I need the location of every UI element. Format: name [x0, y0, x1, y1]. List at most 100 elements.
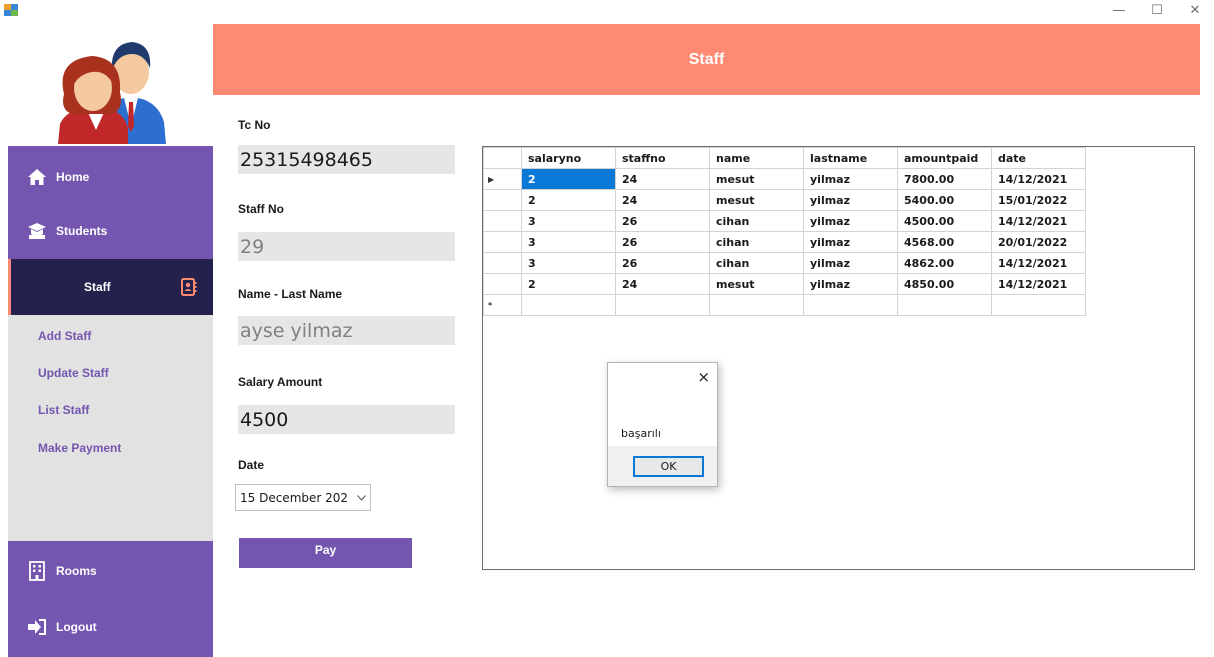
table-cell[interactable]	[521, 294, 616, 316]
table-cell[interactable]: 7800.00	[897, 168, 992, 190]
table-row[interactable]: ▶ 2 24 mesut yilmaz 7800.00 14/12/2021	[483, 168, 1086, 190]
chevron-down-icon[interactable]	[357, 494, 366, 501]
table-row[interactable]: 2 24 mesut yilmaz 5400.00 15/01/2022	[483, 189, 1086, 211]
table-cell[interactable]: yilmaz	[803, 252, 898, 274]
row-header	[483, 231, 522, 253]
close-window-button[interactable]: ✕	[1176, 0, 1214, 20]
table-cell[interactable]: 3	[521, 252, 616, 274]
message-box: × başarılı OK	[607, 362, 718, 487]
submenu-add-staff[interactable]: Add Staff	[38, 329, 91, 343]
table-cell[interactable]: 20/01/2022	[991, 231, 1086, 253]
table-cell[interactable]: 24	[615, 189, 710, 211]
table-cell[interactable]: mesut	[709, 273, 804, 295]
nav-rooms[interactable]: Rooms	[8, 545, 213, 597]
table-cell[interactable]: yilmaz	[803, 210, 898, 232]
table-cell[interactable]: cihan	[709, 210, 804, 232]
tc-no-label: Tc No	[238, 118, 271, 132]
table-row[interactable]: 2 24 mesut yilmaz 4850.00 14/12/2021	[483, 273, 1086, 295]
app-icon	[4, 4, 18, 16]
column-header-amountpaid[interactable]: amountpaid	[897, 147, 992, 169]
graduation-cap-icon	[26, 220, 48, 242]
nav-rooms-label: Rooms	[56, 564, 97, 578]
ok-button[interactable]: OK	[633, 456, 704, 477]
table-cell[interactable]: 24	[615, 168, 710, 190]
nav-home[interactable]: Home	[8, 151, 213, 203]
table-cell[interactable]: mesut	[709, 189, 804, 211]
app-window: — ☐ ✕ Home Students Staff Add Staff Upda…	[0, 0, 1214, 657]
table-cell[interactable]	[615, 294, 710, 316]
staff-avatar-icon	[58, 42, 166, 144]
pay-button[interactable]: Pay	[239, 538, 412, 568]
submenu-list-staff[interactable]: List Staff	[38, 403, 89, 417]
nav-home-label: Home	[56, 170, 90, 184]
table-cell[interactable]: 24	[615, 273, 710, 295]
column-header-date[interactable]: date	[991, 147, 1086, 169]
table-cell[interactable]: 14/12/2021	[991, 168, 1086, 190]
table-cell[interactable]	[803, 294, 898, 316]
nav-staff-label: Staff	[84, 280, 111, 294]
new-table-row[interactable]: *	[483, 294, 1086, 316]
table-cell[interactable]: 26	[615, 231, 710, 253]
active-indicator	[8, 259, 11, 315]
table-cell[interactable]: 2	[521, 168, 616, 190]
table-row[interactable]: 3 26 cihan yilmaz 4500.00 14/12/2021	[483, 210, 1086, 232]
table-cell[interactable]: 4850.00	[897, 273, 992, 295]
table-cell[interactable]: 5400.00	[897, 189, 992, 211]
payments-table: salaryno staffno name lastname amountpai…	[483, 147, 1086, 316]
column-header-name[interactable]: name	[709, 147, 804, 169]
column-header-staffno[interactable]: staffno	[615, 147, 710, 169]
table-cell[interactable]	[709, 294, 804, 316]
salary-amount-input[interactable]: 4500	[238, 405, 455, 434]
table-cell[interactable]: cihan	[709, 252, 804, 274]
table-cell[interactable]: 4500.00	[897, 210, 992, 232]
table-cell[interactable]	[991, 294, 1086, 316]
payments-grid[interactable]: salaryno staffno name lastname amountpai…	[482, 146, 1195, 570]
table-cell[interactable]: 4862.00	[897, 252, 992, 274]
table-cell[interactable]: cihan	[709, 231, 804, 253]
submenu-make-payment[interactable]: Make Payment	[38, 441, 121, 455]
table-cell[interactable]: 2	[521, 189, 616, 211]
current-row-indicator: ▶	[483, 168, 522, 190]
table-cell[interactable]: 4568.00	[897, 231, 992, 253]
building-icon	[26, 560, 48, 582]
tc-no-input[interactable]: 25315498465	[238, 145, 455, 174]
date-picker[interactable]: 15 December 202	[235, 484, 371, 511]
name-input[interactable]: ayse yilmaz	[238, 316, 455, 345]
date-picker-value: 15 December 202	[240, 490, 349, 505]
nav-logout[interactable]: Logout	[8, 601, 213, 653]
table-cell[interactable]: 15/01/2022	[991, 189, 1086, 211]
table-row[interactable]: 3 26 cihan yilmaz 4862.00 14/12/2021	[483, 252, 1086, 274]
table-row[interactable]: 3 26 cihan yilmaz 4568.00 20/01/2022	[483, 231, 1086, 253]
nav-students[interactable]: Students	[8, 205, 213, 257]
submenu-update-staff[interactable]: Update Staff	[38, 366, 109, 380]
home-icon	[26, 166, 48, 188]
table-cell[interactable]: yilmaz	[803, 273, 898, 295]
table-cell[interactable]: 14/12/2021	[991, 210, 1086, 232]
table-cell[interactable]: yilmaz	[803, 168, 898, 190]
window-controls: — ☐ ✕	[1100, 0, 1214, 20]
table-cell[interactable]: 2	[521, 273, 616, 295]
table-cell[interactable]: 3	[521, 231, 616, 253]
contact-book-icon	[181, 278, 197, 296]
nav-staff[interactable]: Staff	[8, 259, 213, 315]
table-cell[interactable]	[897, 294, 992, 316]
row-header	[483, 210, 522, 232]
column-header-lastname[interactable]: lastname	[803, 147, 898, 169]
table-cell[interactable]: 26	[615, 252, 710, 274]
salary-amount-label: Salary Amount	[238, 375, 323, 389]
table-cell[interactable]: 14/12/2021	[991, 273, 1086, 295]
maximize-button[interactable]: ☐	[1138, 0, 1176, 20]
table-cell[interactable]: yilmaz	[803, 189, 898, 211]
message-text: başarılı	[621, 427, 661, 440]
table-cell[interactable]: mesut	[709, 168, 804, 190]
table-cell[interactable]: yilmaz	[803, 231, 898, 253]
table-cell[interactable]: 3	[521, 210, 616, 232]
minimize-button[interactable]: —	[1100, 0, 1138, 20]
staff-submenu	[8, 315, 213, 541]
row-header-corner	[483, 147, 522, 169]
staff-no-input[interactable]: 29	[238, 232, 455, 261]
table-cell[interactable]: 26	[615, 210, 710, 232]
column-header-salaryno[interactable]: salaryno	[521, 147, 616, 169]
close-icon[interactable]: ×	[697, 368, 710, 386]
table-cell[interactable]: 14/12/2021	[991, 252, 1086, 274]
